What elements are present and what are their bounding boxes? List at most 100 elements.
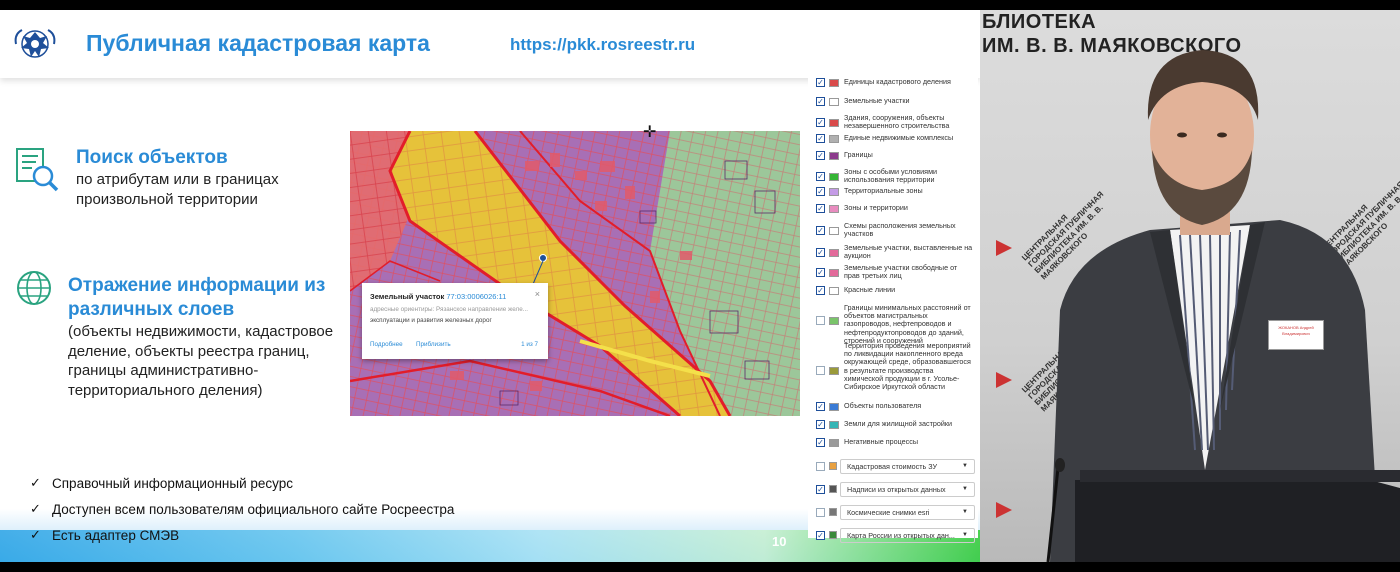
layer-legend-swatch — [829, 79, 839, 87]
slide-header: Публичная кадастровая карта https://pkk.… — [0, 10, 980, 78]
layers-panel: ✓ Единицы кадастрового деления ✓ Земельные … — [808, 72, 978, 543]
speaker-camera-feed: БЛИОТЕКА ИМ. В. В. МАЯКОВСКОГО ЦЕНТРАЛЬН… — [980, 10, 1400, 562]
layer-checkbox[interactable] — [816, 508, 825, 517]
layer-checkbox[interactable]: ✓ — [816, 248, 825, 257]
layer-label: Земельные участки — [844, 96, 910, 105]
chevron-down-icon: ▼ — [962, 532, 968, 538]
layer-legend-swatch — [829, 439, 839, 447]
layer-label: Границы — [844, 150, 873, 159]
layer-checkbox[interactable]: ✓ — [816, 531, 825, 540]
popup-details-link[interactable]: Подробнее — [370, 341, 403, 348]
layer-label: Земли для жилищной застройки — [844, 419, 953, 428]
crosshair-cursor-icon: ✛ — [643, 124, 657, 141]
layer-label: Красные линии — [844, 285, 896, 294]
layer-label: Земельные участки свободные от прав трет… — [844, 263, 958, 281]
layer-checkbox[interactable]: ✓ — [816, 187, 825, 196]
close-icon[interactable]: × — [535, 289, 540, 299]
layer-dropdown[interactable]: Кадастровая стоимость ЗУ ▼ — [840, 459, 975, 474]
feature-layers-title: Отражение информации из различных слоев — [68, 275, 326, 320]
layer-legend-swatch — [829, 173, 839, 181]
layer-checkbox[interactable]: ✓ — [816, 118, 825, 127]
layer-label: Зоны с особыми условиями использования т… — [844, 167, 938, 185]
slide-url: https://pkk.rosreestr.ru — [510, 35, 696, 54]
check-icon: ✓ — [30, 501, 41, 516]
popup-title: Земельный участок 77:03:0006026:11 — [370, 292, 507, 301]
layer-checkbox[interactable]: ✓ — [816, 268, 825, 277]
layer-checkbox[interactable]: ✓ — [816, 172, 825, 181]
parcel-number-link[interactable]: 77:03:0006026:11 — [446, 292, 506, 301]
map-canvas — [350, 131, 800, 416]
layer-legend-swatch — [829, 462, 837, 470]
layer-legend-swatch — [829, 508, 837, 516]
layer-checkbox[interactable]: ✓ — [816, 286, 825, 295]
layer-label: Единицы кадастрового деления — [844, 77, 951, 86]
layer-checkbox[interactable]: ✓ — [816, 438, 825, 447]
layer-label: Земельные участки, выставленные на аукци… — [844, 243, 973, 261]
layer-legend-swatch — [829, 249, 839, 257]
layer-checkbox[interactable] — [816, 462, 825, 471]
feature-search-title: Поиск объектов — [76, 147, 228, 168]
popup-address: адресные ориентиры: Рязанское направлени… — [370, 306, 528, 313]
layer-label: Единые недвижимые комплексы — [844, 133, 954, 142]
layer-legend-swatch — [829, 367, 839, 375]
layer-legend-swatch — [829, 485, 837, 493]
layer-dropdown-label: Кадастровая стоимость ЗУ — [847, 462, 938, 471]
feature-layers-text: (объекты недвижимости, кадастровое делен… — [68, 323, 334, 399]
check-icon: ✓ — [30, 475, 41, 490]
layer-dropdown[interactable]: Надписи из открытых данных ▼ — [840, 482, 975, 497]
layer-label: Негативные процессы — [844, 437, 919, 446]
layer-checkbox[interactable]: ✓ — [816, 134, 825, 143]
layer-legend-swatch — [829, 287, 839, 295]
layer-legend-swatch — [829, 188, 839, 196]
check-icon: ✓ — [30, 527, 41, 542]
speaker-name-badge: ЖОКАНОВ Андрей Владимирович — [1268, 320, 1324, 350]
layer-legend-swatch — [829, 205, 839, 213]
layer-checkbox[interactable]: ✓ — [816, 151, 825, 160]
layer-dropdown-label: Карта России из открытых дан... — [847, 531, 955, 540]
layer-dropdown-label: Надписи из открытых данных — [847, 485, 946, 494]
layer-checkbox[interactable]: ✓ — [816, 226, 825, 235]
checklist: ✓ Справочный информационный ресурс ✓ Досту… — [30, 470, 454, 548]
globe-icon — [17, 271, 51, 305]
layer-dropdown-label: Космические снимки esri — [847, 508, 930, 517]
chevron-down-icon: ▼ — [962, 509, 968, 515]
layer-dropdown[interactable]: Космические снимки esri ▼ — [840, 505, 975, 520]
layer-checkbox[interactable] — [816, 366, 825, 375]
chevron-down-icon: ▼ — [962, 486, 968, 492]
layer-checkbox[interactable]: ✓ — [816, 420, 825, 429]
layer-checkbox[interactable]: ✓ — [816, 97, 825, 106]
layer-label: Территориальные зоны — [844, 186, 923, 195]
checklist-item: ✓ Доступен всем пользователям официальног… — [30, 501, 455, 517]
cadastral-map[interactable]: Земельный участок 77:03:0006026:11 × адр… — [350, 131, 800, 416]
layer-label: Территория проведения мероприятий по лик… — [844, 341, 971, 392]
rosreestr-emblem-icon — [14, 29, 56, 58]
layer-checkbox[interactable]: ✓ — [816, 204, 825, 213]
layer-legend-swatch — [829, 403, 839, 411]
layer-label: Схемы расположения земельных участков — [844, 221, 956, 239]
letterbox-top — [0, 0, 1400, 10]
chevron-down-icon: ▼ — [962, 463, 968, 469]
feature-search-text: по атрибутам или в границах произвольной… — [76, 171, 279, 208]
layer-legend-swatch — [829, 227, 839, 235]
layer-label: Объекты пользователя — [844, 401, 922, 410]
layer-label: Границы минимальных расстояний от объект… — [844, 303, 971, 345]
checklist-item: ✓ Есть адаптер СМЭВ — [30, 527, 180, 543]
layer-legend-swatch — [829, 269, 839, 277]
popup-zoom-link[interactable]: Приблизить — [416, 341, 451, 348]
slide-page-number: 10 — [772, 534, 787, 549]
letterbox-bottom — [0, 562, 1400, 572]
popup-pager[interactable]: 1 из 7 — [521, 341, 538, 348]
speaker-figure — [1046, 50, 1400, 562]
layer-legend-swatch — [829, 152, 839, 160]
layer-checkbox[interactable]: ✓ — [816, 78, 825, 87]
layer-checkbox[interactable] — [816, 316, 825, 325]
layer-dropdown[interactable]: Карта России из открытых дан... ▼ — [840, 528, 975, 543]
parcel-info-popup: Земельный участок 77:03:0006026:11 × адр… — [362, 283, 548, 359]
layer-checkbox[interactable]: ✓ — [816, 402, 825, 411]
layer-legend-swatch — [829, 531, 837, 539]
checklist-item: ✓ Справочный информационный ресурс — [30, 475, 294, 491]
layer-legend-swatch — [829, 421, 839, 429]
slide-title: Публичная кадастровая карта — [86, 30, 430, 56]
video-frame: Публичная кадастровая карта https://pkk.… — [0, 0, 1400, 572]
layer-checkbox[interactable]: ✓ — [816, 485, 825, 494]
